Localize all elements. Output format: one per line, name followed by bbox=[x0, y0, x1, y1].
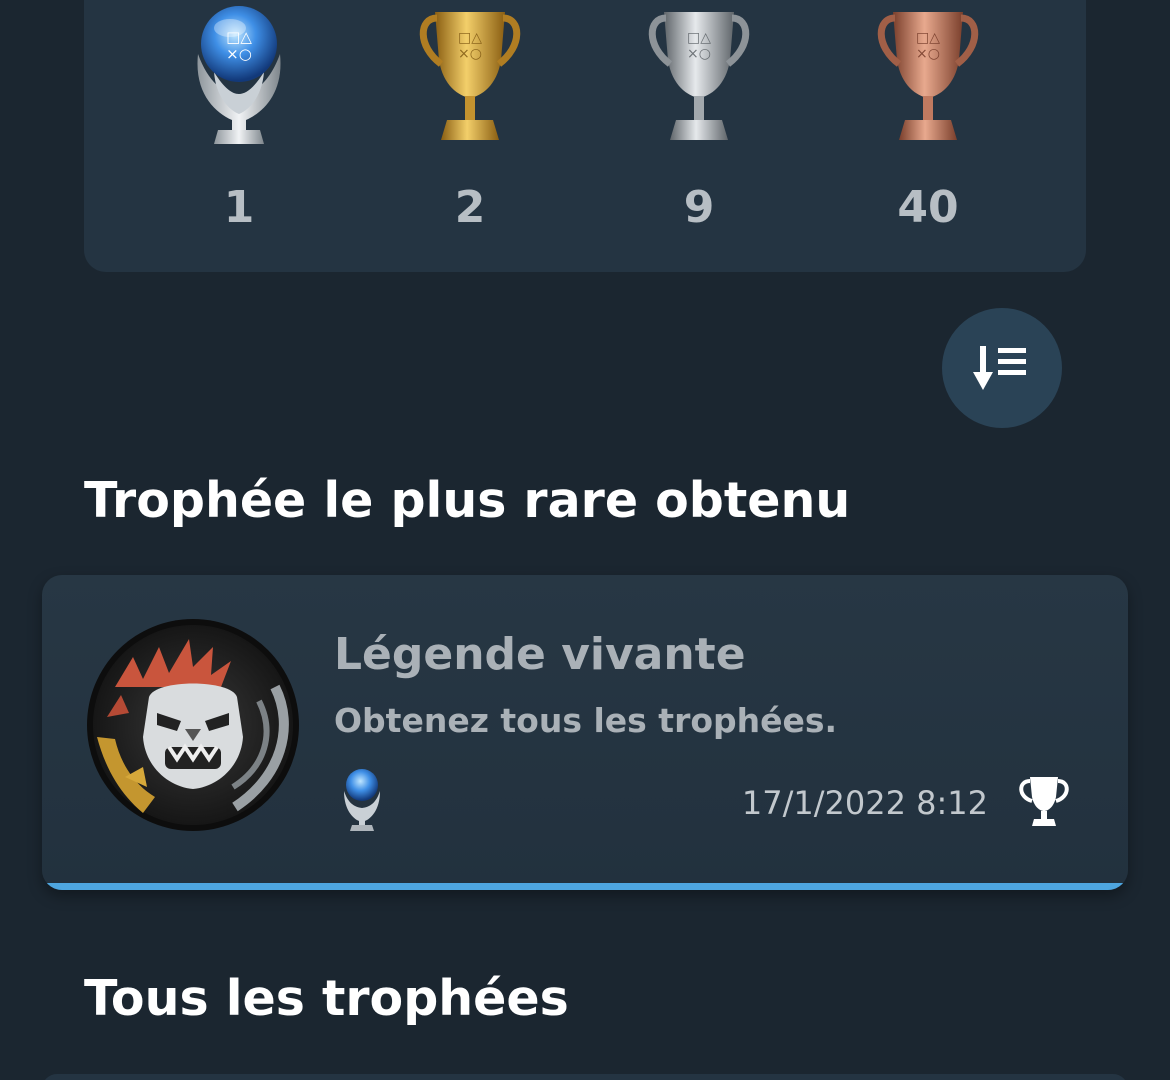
silver-count: 9 bbox=[683, 182, 715, 233]
rarest-trophy-card[interactable]: Légende vivante Obtenez tous les trophée… bbox=[42, 575, 1128, 890]
gold-count: 2 bbox=[454, 182, 486, 233]
svg-text:×○: ×○ bbox=[226, 45, 252, 63]
svg-text:×○: ×○ bbox=[687, 46, 711, 62]
platinum-count: 1 bbox=[223, 182, 255, 233]
trophy-counts-card: □△ ×○ 1 □△ ×○ 2 □△ ×○ 9 □△ ×○ 40 bbox=[84, 0, 1086, 272]
rarest-trophy-heading: Trophée le plus rare obtenu bbox=[84, 472, 851, 529]
silver-count-column: □△ ×○ 9 bbox=[624, 0, 774, 272]
next-trophy-card-edge[interactable] bbox=[42, 1074, 1128, 1080]
bronze-count-column: □△ ×○ 40 bbox=[853, 0, 1003, 272]
gold-count-column: □△ ×○ 2 bbox=[395, 0, 545, 272]
trophy-page: □△ ×○ 1 □△ ×○ 2 □△ ×○ 9 □△ ×○ 40 Trophée… bbox=[0, 0, 1170, 1080]
svg-text:□△: □△ bbox=[226, 28, 252, 46]
svg-text:×○: ×○ bbox=[458, 46, 482, 62]
all-trophies-heading: Tous les trophées bbox=[84, 970, 569, 1027]
svg-text:□△: □△ bbox=[916, 30, 940, 46]
trophy-description: Obtenez tous les trophées. bbox=[334, 701, 838, 740]
bronze-count: 40 bbox=[897, 182, 959, 233]
card-accent-bar bbox=[42, 883, 1128, 890]
gold-trophy-icon: □△ ×○ bbox=[419, 12, 521, 140]
trophy-name: Légende vivante bbox=[334, 629, 746, 680]
trophy-earned-icon bbox=[1019, 777, 1069, 826]
silver-trophy-icon: □△ ×○ bbox=[648, 12, 750, 140]
platinum-count-column: □△ ×○ 1 bbox=[164, 0, 314, 272]
bronze-trophy-icon: □△ ×○ bbox=[877, 12, 979, 140]
svg-text:×○: ×○ bbox=[916, 46, 940, 62]
svg-text:□△: □△ bbox=[458, 30, 482, 46]
sort-descending-icon bbox=[973, 346, 1026, 390]
trophy-badge-image bbox=[87, 619, 299, 831]
svg-text:□△: □△ bbox=[687, 30, 711, 46]
earned-date-time: 17/1/2022 8:12 bbox=[741, 784, 988, 822]
sort-button[interactable] bbox=[942, 308, 1062, 428]
platinum-trophy-icon: □△ ×○ bbox=[197, 6, 281, 144]
platinum-grade-icon bbox=[344, 769, 380, 831]
